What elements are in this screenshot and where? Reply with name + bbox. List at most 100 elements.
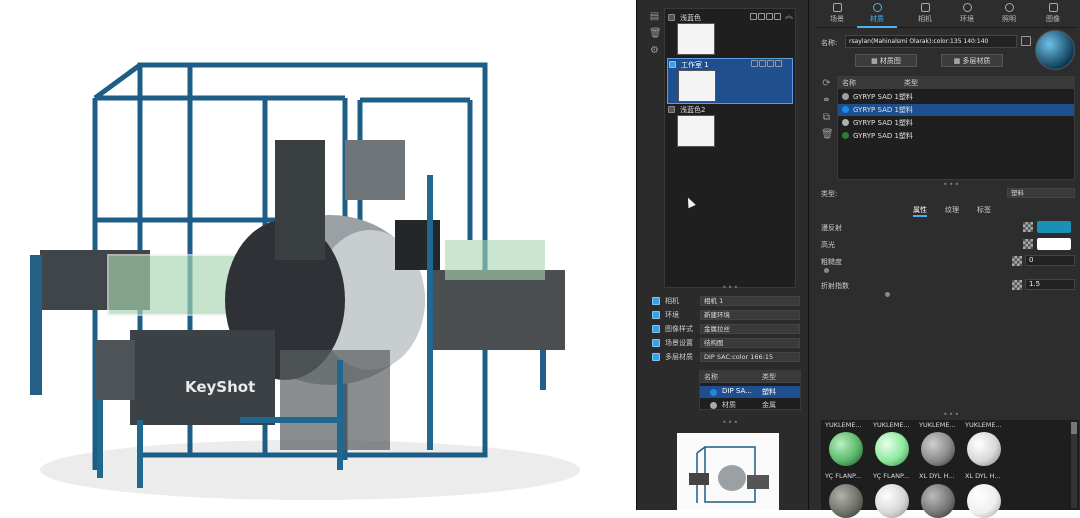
studio-thumbnail [677, 23, 715, 55]
tab-lighting[interactable]: 照明 [989, 3, 1029, 24]
collapse-icon[interactable]: ︽ [785, 10, 793, 21]
scene-icon [832, 3, 842, 12]
material-list-header: 名称 类型 [838, 77, 1074, 89]
material-icon [872, 3, 882, 12]
texture-icon[interactable] [1012, 280, 1022, 290]
material-dot-icon [710, 389, 717, 396]
camera-label: 相机 [665, 297, 679, 305]
refresh-icon[interactable]: ⟳ [821, 78, 832, 89]
material-dot-icon [842, 93, 849, 100]
duplicate-icon[interactable]: ⧉ [821, 112, 832, 123]
add-icon[interactable]: ▤ [649, 11, 660, 22]
splitter-handle[interactable]: ••• [943, 180, 960, 189]
environment-dropdown[interactable]: 新建环境 [700, 310, 800, 320]
studio-item[interactable]: 浅蓝色2 [667, 104, 793, 150]
gear-icon[interactable]: ⚙ [649, 45, 660, 56]
library-item[interactable] [875, 432, 909, 466]
roughness-input[interactable]: 0 [1025, 255, 1075, 266]
studio-item-label: 工作室 1 [681, 61, 709, 69]
material-name-input[interactable]: rsaylan(Mahinalsmi Olarak):color:135 140… [845, 35, 1017, 48]
multi-material-dropdown[interactable]: DIP SAC:color 166:15 [700, 352, 800, 362]
material-graph-button[interactable]: ▦ 材质图 [855, 54, 917, 67]
splitter-handle[interactable]: ••• [722, 418, 739, 427]
col-name: 名称 [704, 373, 718, 381]
studio-item[interactable]: 浅蓝色 [667, 12, 793, 58]
tab-image[interactable]: 图像 [1033, 3, 1073, 24]
studio-item-label: 浅蓝色2 [680, 106, 706, 114]
type-label: 类型: [821, 190, 838, 198]
library-item[interactable] [967, 432, 1001, 466]
texture-icon[interactable] [1023, 222, 1033, 232]
studio-item-label: 浅蓝色 [680, 14, 701, 22]
col-name: 名称 [842, 79, 856, 87]
ior-input[interactable]: 1.5 [1025, 279, 1075, 290]
visibility-checkbox[interactable] [668, 14, 675, 21]
specular-color-swatch[interactable] [1037, 238, 1071, 250]
layer-name: 材质 [722, 401, 736, 409]
library-scrollbar[interactable] [1071, 422, 1077, 508]
tab-material[interactable]: 材质 [857, 3, 897, 28]
texture-icon[interactable] [1012, 256, 1022, 266]
trash-icon[interactable]: 🗑 [821, 129, 834, 140]
multi-material-checkbox[interactable] [652, 353, 660, 361]
roughness-label: 粗糙度 [821, 258, 842, 266]
roughness-slider[interactable] [824, 268, 829, 273]
subtab-properties[interactable]: 属性 [913, 205, 927, 217]
type-dropdown[interactable]: 塑料 [1007, 188, 1075, 198]
studio-item-selected[interactable]: 工作室 1 [667, 58, 793, 104]
environment-icon [962, 3, 972, 12]
subtab-labels[interactable]: 标签 [977, 205, 991, 215]
diffuse-color-swatch[interactable] [1037, 221, 1071, 233]
tab-scene[interactable]: 场景 [817, 3, 857, 24]
multi-layer-button[interactable]: ▦ 多层材质 [941, 54, 1003, 67]
library-item[interactable] [921, 432, 955, 466]
item-actions-icon[interactable] [750, 60, 782, 69]
table-row[interactable]: 材质 金属 [700, 400, 800, 410]
visibility-checkbox[interactable] [669, 61, 676, 68]
library-item[interactable] [875, 484, 909, 518]
image-style-dropdown[interactable]: 金属拉丝 [700, 324, 800, 334]
camera-dropdown[interactable]: 相机 1 [700, 296, 800, 306]
list-item[interactable]: GYRYP SAD 1塑料 [838, 117, 1074, 129]
studio-thumbnail [677, 115, 715, 147]
item-actions-icon[interactable] [749, 13, 781, 22]
material-preview-ball [1035, 30, 1075, 70]
subtab-textures[interactable]: 纹理 [945, 205, 959, 215]
trash-icon[interactable]: 🗑 [649, 28, 662, 39]
studio-thumbnail [678, 70, 716, 102]
table-row[interactable]: DIP SA... 塑料 [700, 386, 800, 398]
scene-setting-checkbox[interactable] [652, 339, 660, 347]
camera-checkbox[interactable] [652, 297, 660, 305]
library-item[interactable] [829, 432, 863, 466]
tab-camera[interactable]: 相机 [905, 3, 945, 24]
library-item-name: XL DYL H... [919, 472, 955, 480]
diffuse-label: 漫反射 [821, 224, 842, 232]
layer-name: DIP SA... [722, 387, 752, 395]
list-item[interactable]: GYRYP SAD 1塑料 [838, 104, 1074, 116]
library-item[interactable] [967, 484, 1001, 518]
tab-environment[interactable]: 环境 [947, 3, 987, 24]
render-viewport[interactable]: KeyShot [0, 0, 636, 510]
link-icon[interactable]: ⚭ [821, 95, 832, 106]
save-icon[interactable] [1021, 36, 1031, 46]
list-item[interactable]: GYRYP SAD 1塑料 [838, 91, 1074, 103]
material-dot-icon [710, 402, 717, 409]
environment-checkbox[interactable] [652, 311, 660, 319]
library-item-name: YUKLEME... [919, 421, 956, 429]
ior-slider[interactable] [885, 292, 890, 297]
texture-icon[interactable] [1023, 239, 1033, 249]
splitter-handle[interactable]: ••• [722, 283, 739, 292]
camera-icon [920, 3, 930, 12]
image-style-checkbox[interactable] [652, 325, 660, 333]
visibility-checkbox[interactable] [668, 106, 675, 113]
col-type: 类型 [904, 79, 918, 87]
library-item[interactable] [921, 484, 955, 518]
scene-setting-dropdown[interactable]: 结构图 [700, 338, 800, 348]
splitter-handle[interactable]: ••• [943, 410, 960, 419]
library-item[interactable] [829, 484, 863, 518]
specular-label: 高光 [821, 241, 835, 249]
list-item[interactable]: GYRYP SAD 1塑料 [838, 130, 1074, 142]
library-item-name: YUKLEME... [825, 421, 862, 429]
lightbulb-icon [1004, 3, 1014, 12]
library-item-name: XL DYL H... [965, 472, 1001, 480]
